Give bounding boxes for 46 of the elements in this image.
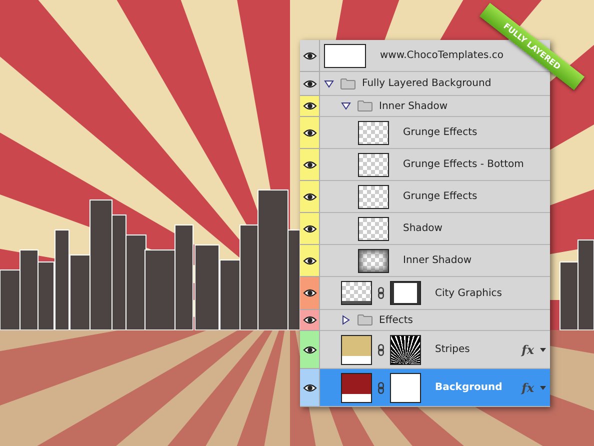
- layer-name[interactable]: Stripes: [435, 342, 470, 357]
- layer-name[interactable]: Shadow: [403, 221, 442, 236]
- eye-icon[interactable]: [302, 315, 316, 325]
- mask-thumbnail: [390, 281, 421, 305]
- disclosure-triangle-icon[interactable]: [324, 78, 334, 88]
- folder-icon: [357, 100, 373, 112]
- transparent-thumbnail: [358, 216, 389, 240]
- dropdown-caret-icon[interactable]: [540, 386, 546, 390]
- disclosure-triangle-icon[interactable]: [341, 315, 351, 325]
- link-icon: [378, 287, 384, 299]
- layer-name[interactable]: Grunge Effects: [403, 125, 478, 140]
- eye-icon[interactable]: [302, 128, 316, 138]
- link-icon: [378, 344, 384, 356]
- layer-name[interactable]: Grunge Effects - Bottom: [403, 157, 524, 172]
- folder-icon: [340, 78, 356, 90]
- eye-icon[interactable]: [302, 256, 316, 266]
- eye-icon[interactable]: [302, 192, 316, 202]
- layer-name[interactable]: Effects: [379, 312, 413, 328]
- mask-thumbnail: [390, 334, 421, 364]
- layer-name[interactable]: Inner Shadow: [403, 253, 472, 268]
- eye-icon[interactable]: [302, 288, 316, 298]
- eye-icon[interactable]: [302, 344, 316, 354]
- eye-icon[interactable]: [302, 50, 316, 60]
- eye-icon[interactable]: [302, 224, 316, 234]
- dropdown-caret-icon[interactable]: [540, 348, 546, 352]
- layer-name[interactable]: Grunge Effects: [403, 189, 478, 204]
- layer-name[interactable]: City Graphics: [435, 286, 502, 300]
- fill-thumbnail: [341, 334, 372, 364]
- disclosure-triangle-icon[interactable]: [341, 101, 351, 111]
- transparent-thumbnail: [358, 120, 389, 144]
- city-thumbnail: [341, 281, 372, 305]
- eye-icon[interactable]: [302, 160, 316, 170]
- transparent-thumbnail: [358, 184, 389, 208]
- effects-icon: fx: [522, 378, 534, 396]
- mask-thumbnail: [390, 372, 421, 402]
- transparent-thumbnail: [358, 248, 389, 272]
- layer-name[interactable]: Inner Shadow: [379, 98, 448, 114]
- fill-thumbnail: [341, 372, 372, 402]
- effects-icon: fx: [522, 340, 534, 358]
- eye-icon[interactable]: [302, 78, 316, 88]
- eye-icon[interactable]: [302, 101, 316, 111]
- folder-icon: [357, 314, 373, 326]
- text-layer-thumbnail: [324, 44, 366, 68]
- transparent-thumbnail: [358, 152, 389, 176]
- link-icon: [378, 382, 384, 394]
- eye-icon[interactable]: [302, 382, 316, 392]
